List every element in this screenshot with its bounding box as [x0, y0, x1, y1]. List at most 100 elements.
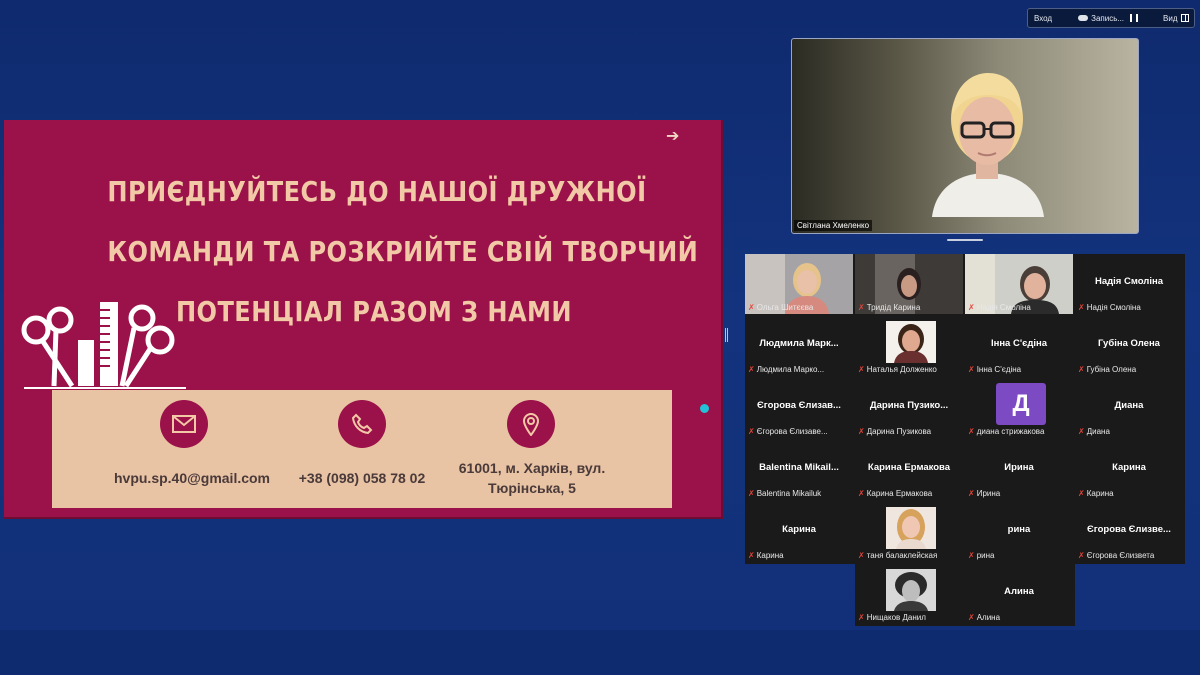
- muted-mic-icon: ✗: [748, 489, 755, 498]
- muted-mic-icon: ✗: [748, 427, 755, 436]
- participant-tile[interactable]: ✗ Нищаков Данил: [855, 564, 963, 624]
- participant-tile[interactable]: Диана ✗ Диана: [1075, 378, 1183, 438]
- muted-mic-icon: ✗: [748, 551, 755, 560]
- phone-icon: [338, 400, 386, 448]
- slide-title-line-1: ПРИЄДНУЙТЕСЬ ДО НАШОЇ ДРУЖНОЇ: [107, 175, 647, 208]
- participant-display-name: Ирина: [1004, 462, 1034, 473]
- record-label: Запись...: [1091, 13, 1125, 23]
- muted-mic-icon: ✗: [748, 365, 755, 374]
- participant-avatar: [886, 507, 936, 549]
- participant-display-name: Алина: [1004, 586, 1034, 597]
- participant-name: Інна С'єдіна: [976, 365, 1022, 374]
- slide-title-line-2: КОМАНДИ ТА РОЗКРИЙТЕ СВІЙ ТВОРЧИЙ: [107, 235, 699, 268]
- participant-tile[interactable]: Д ✗ диана стрижакова: [965, 378, 1073, 438]
- participant-tile[interactable]: ✗ Наталья Долженко: [855, 316, 963, 376]
- participant-name: Надія Смоліна: [1086, 303, 1141, 312]
- participant-name: Карина Ермакова: [866, 489, 933, 498]
- contact-address: 61001, м. Харків, вул. Тюрінська, 5: [447, 460, 617, 496]
- pause-icon: [1130, 14, 1133, 22]
- resize-handle[interactable]: [947, 239, 983, 241]
- scissors-comb-icon: [21, 302, 186, 389]
- participant-tile[interactable]: Єгорова Єлизав... ✗ Єгорова Єлизаве...: [745, 378, 853, 438]
- participant-tile[interactable]: Губіна Олена ✗ Губіна Олена: [1075, 316, 1183, 376]
- enter-button[interactable]: Вход: [1034, 14, 1052, 23]
- participant-name: Надія Смоліна: [976, 303, 1031, 312]
- participant-tile[interactable]: Balentina Mikail... ✗ Balentina Mikailuk: [745, 440, 853, 500]
- participant-tile[interactable]: Карина Ермакова ✗ Карина Ермакова: [855, 440, 963, 500]
- participant-name: Людмила Марко...: [756, 365, 825, 374]
- contact-phone: +38 (098) 058 78 02: [298, 470, 426, 486]
- cloud-icon: [1078, 15, 1089, 21]
- participant-name: Єгорова Єлизвета: [1086, 551, 1155, 560]
- muted-mic-icon: ✗: [968, 613, 975, 622]
- speaker-name-tag: Світлана Хмеленко: [794, 220, 873, 231]
- participant-tile[interactable]: ✗ таня балаклейская: [855, 502, 963, 562]
- split-view-handle[interactable]: [725, 328, 728, 342]
- participant-display-name: Людмила Марк...: [759, 338, 839, 349]
- muted-mic-icon: ✗: [1078, 427, 1085, 436]
- participant-tile[interactable]: Карина ✗ Карина: [745, 502, 853, 562]
- participant-gallery-last-row: ✗ Нищаков Данил Алина ✗ Алина: [855, 564, 1075, 626]
- participant-name: таня балаклейская: [866, 551, 938, 560]
- muted-mic-icon: ✗: [1078, 489, 1085, 498]
- participant-display-name: Карина: [1112, 462, 1146, 473]
- participant-name: Диана: [1086, 427, 1110, 436]
- meeting-toolbar: Вход Запись... Вид: [1027, 8, 1195, 28]
- participant-name: Balentina Mikailuk: [756, 489, 822, 498]
- participant-tile[interactable]: Людмила Марк... ✗ Людмила Марко...: [745, 316, 853, 376]
- participant-name: Карина: [1086, 489, 1114, 498]
- speaker-person: [932, 73, 1044, 217]
- muted-mic-icon: ✗: [748, 303, 755, 312]
- participant-avatar: [886, 321, 936, 363]
- participant-name: диана стрижакова: [976, 427, 1045, 436]
- participant-display-name: рина: [1007, 524, 1031, 535]
- enter-label: Вход: [1034, 13, 1053, 23]
- participant-display-name: Надія Смоліна: [1094, 276, 1164, 287]
- record-status[interactable]: Запись...: [1078, 14, 1124, 23]
- view-label: Вид: [1163, 13, 1178, 23]
- pause-icon-bar: [1136, 14, 1139, 22]
- participant-tile[interactable]: Єгорова Єлизве... ✗ Єгорова Єлизвета: [1075, 502, 1183, 562]
- muted-mic-icon: ✗: [968, 303, 975, 312]
- participant-avatar: [886, 569, 936, 611]
- participant-tile[interactable]: ✗ Ольга Шитєєва: [745, 254, 853, 314]
- pause-record-button[interactable]: [1130, 14, 1139, 22]
- participant-tile[interactable]: Інна С'єдіна ✗ Інна С'єдіна: [965, 316, 1073, 376]
- muted-mic-icon: ✗: [968, 365, 975, 374]
- participant-name: Алина: [976, 613, 1001, 622]
- participant-tile[interactable]: Дарина Пузико... ✗ Дарина Пузикова: [855, 378, 963, 438]
- participant-display-name: Інна С'єдіна: [990, 338, 1048, 349]
- active-speaker-video[interactable]: Світлана Хмеленко: [791, 38, 1139, 234]
- participant-tile[interactable]: Ирина ✗ Ирина: [965, 440, 1073, 500]
- address-line-1: 61001, м. Харків, вул.: [458, 460, 606, 476]
- participant-display-name: Єгорова Єлизав...: [757, 400, 841, 411]
- contact-info-box: hvpu.sp.40@gmail.com +38 (098) 058 78 02…: [52, 390, 672, 508]
- participant-tile[interactable]: рина ✗ рина: [965, 502, 1073, 562]
- location-pin-icon: [507, 400, 555, 448]
- muted-mic-icon: ✗: [858, 613, 865, 622]
- participant-name: Ирина: [976, 489, 1001, 498]
- muted-mic-icon: ✗: [858, 303, 865, 312]
- address-line-2: Тюрінська, 5: [488, 480, 576, 496]
- participant-tile[interactable]: ✗ Тридід Карина: [855, 254, 963, 314]
- contact-email: hvpu.sp.40@gmail.com: [113, 470, 271, 486]
- participant-display-name: Карина Ермакова: [867, 462, 951, 473]
- arrow-right-icon: ➔: [666, 128, 680, 145]
- muted-mic-icon: ✗: [968, 489, 975, 498]
- muted-mic-icon: ✗: [858, 365, 865, 374]
- muted-mic-icon: ✗: [858, 489, 865, 498]
- muted-mic-icon: ✗: [1078, 365, 1085, 374]
- participant-tile[interactable]: Карина ✗ Карина: [1075, 440, 1183, 500]
- shared-screen-slide: ➔ ПРИЄДНУЙТЕСЬ ДО НАШОЇ ДРУЖНОЇ КОМАНДИ …: [4, 120, 723, 519]
- muted-mic-icon: ✗: [1078, 303, 1085, 312]
- participant-name: Дарина Пузикова: [866, 427, 932, 436]
- participant-tile[interactable]: ✗ Надія Смоліна: [965, 254, 1073, 314]
- muted-mic-icon: ✗: [858, 427, 865, 436]
- participant-name: Наталья Долженко: [866, 365, 937, 374]
- muted-mic-icon: ✗: [858, 551, 865, 560]
- view-button[interactable]: Вид: [1163, 13, 1189, 23]
- participant-tile[interactable]: Алина ✗ Алина: [965, 564, 1073, 624]
- bottom-band: [0, 630, 1200, 675]
- participant-tile[interactable]: Надія Смоліна ✗ Надія Смоліна: [1075, 254, 1183, 314]
- participant-display-name: Balentina Mikail...: [759, 462, 839, 473]
